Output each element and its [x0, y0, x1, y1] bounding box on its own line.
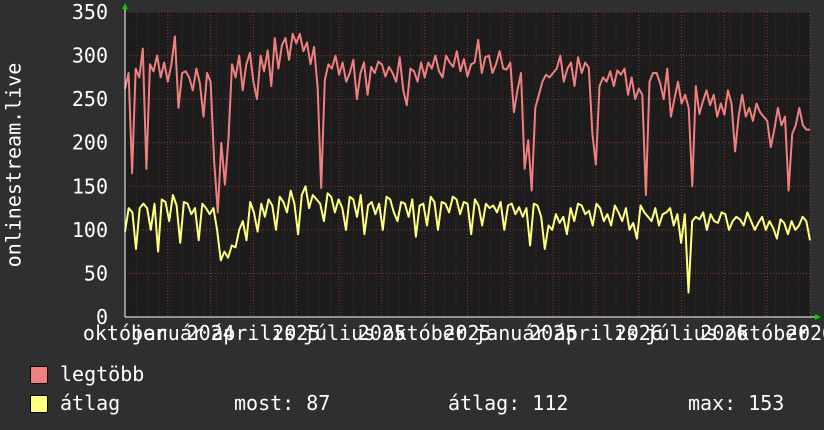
- y-tick-label: 300: [72, 44, 108, 68]
- y-tick-label: 150: [72, 174, 108, 198]
- legend-label-max: legtöbb: [60, 362, 145, 386]
- y-tick-label: 350: [72, 0, 108, 24]
- legend-swatch-avg: [30, 395, 48, 413]
- legend-swatch-max: [30, 366, 48, 384]
- stat-average: átlag: 112: [448, 391, 569, 415]
- x-tick-label: 2026: [786, 321, 824, 345]
- y-axis-arrow-icon: [122, 3, 128, 9]
- x-axis-arrow-icon: [815, 314, 821, 320]
- legend-label-avg: átlag: [60, 391, 121, 415]
- y-tick-label: 100: [72, 218, 108, 242]
- y-tick-label: 200: [72, 131, 108, 155]
- stat-current: most: 87: [234, 391, 331, 415]
- y-tick-label: 250: [72, 87, 108, 111]
- y-tick-label: 50: [84, 261, 108, 285]
- y-axis-title-text: onlinestream.live: [1, 62, 26, 267]
- y-axis-title: onlinestream.live: [1, 12, 26, 317]
- stat-max: max: 153: [688, 391, 785, 415]
